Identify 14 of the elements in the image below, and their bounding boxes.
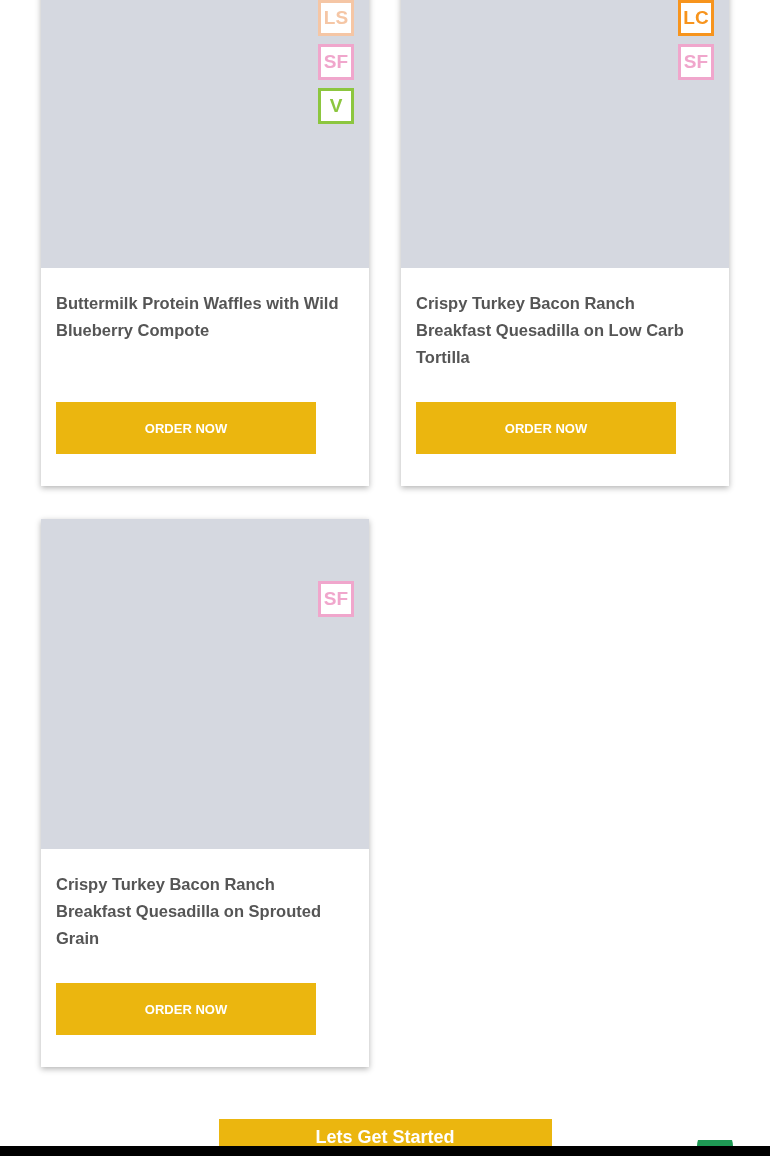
order-button[interactable]: ORDER NOW bbox=[56, 983, 316, 1035]
order-button[interactable]: ORDER NOW bbox=[56, 402, 316, 454]
diet-badge: SF bbox=[318, 581, 354, 617]
get-started-button[interactable]: Lets Get Started bbox=[218, 1119, 552, 1148]
product-title: Buttermilk Protein Waffles with Wild Blueberry Compote bbox=[56, 293, 340, 341]
diet-badge: SF bbox=[318, 44, 354, 80]
diet-badge: LC bbox=[678, 0, 714, 36]
product-title: Crispy Turkey Bacon Ranch Breakfast Quesadilla on Sprouted Grain bbox=[56, 874, 322, 949]
chat-icon[interactable] bbox=[697, 1140, 733, 1146]
diet-badge: V bbox=[318, 88, 354, 124]
diet-badge: LS bbox=[318, 0, 354, 36]
order-button[interactable]: ORDER NOW bbox=[416, 402, 676, 454]
product-title: Crispy Turkey Bacon Ranch Breakfast Quesadilla on Low Carb Tortilla bbox=[416, 293, 685, 368]
diet-badge: SF bbox=[678, 44, 714, 80]
